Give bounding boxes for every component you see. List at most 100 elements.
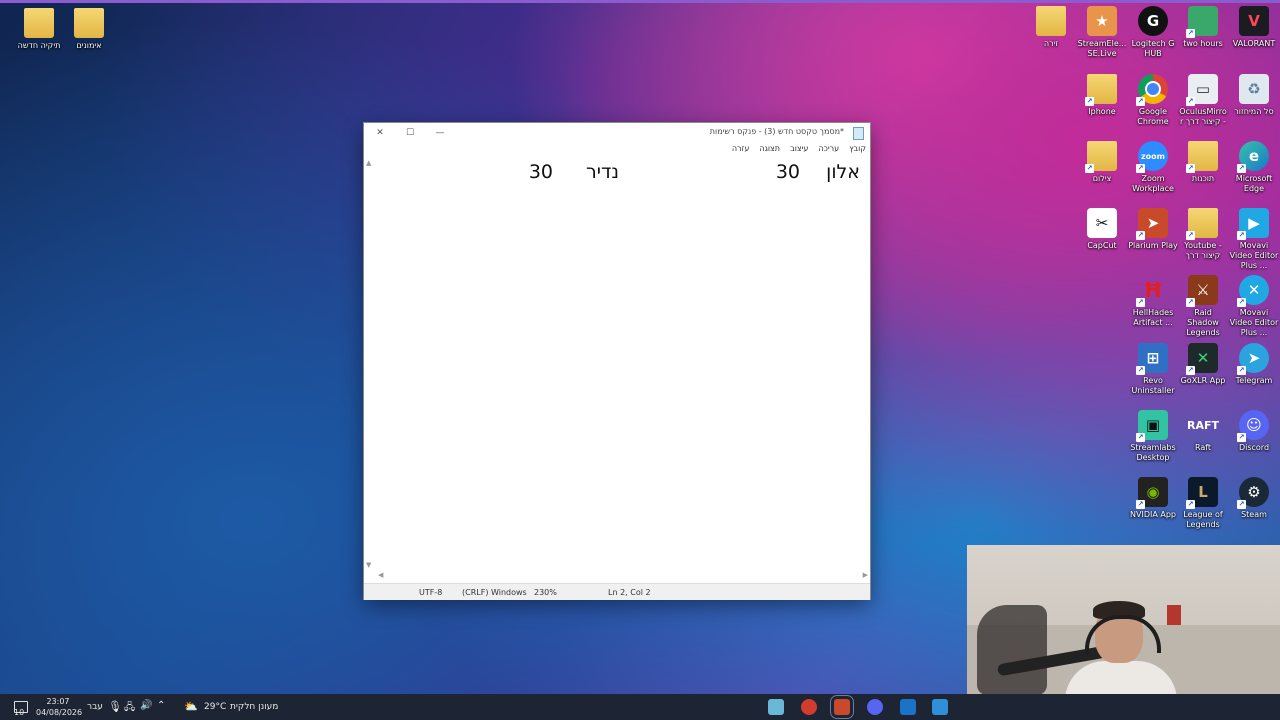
- vertical-scrollbar[interactable]: ▲ ▼: [364, 159, 376, 571]
- desktop-icon-oculus-mirror[interactable]: ▭ OculusMirror קיצור דרך -: [1178, 74, 1228, 127]
- scroll-down-icon[interactable]: ▼: [366, 561, 371, 569]
- plarium-taskbar-icon[interactable]: [830, 695, 854, 719]
- league-icon: L: [1186, 477, 1218, 509]
- folder-icon: [74, 8, 104, 38]
- raid-icon: ⚔: [1186, 275, 1218, 307]
- outlook-taskbar-icon[interactable]: [900, 699, 916, 715]
- capcut-icon: ✂: [1087, 208, 1117, 238]
- text-word-alon: אלון: [826, 161, 860, 183]
- microphone-icon[interactable]: 🎙: [108, 700, 122, 713]
- show-hidden-icons-chevron-icon[interactable]: ⌃: [157, 700, 165, 711]
- desktop-icon-discord[interactable]: ☺ Discord: [1229, 410, 1279, 453]
- desktop-icon-logitech[interactable]: G Logitech G HUB: [1128, 6, 1178, 59]
- scroll-up-icon[interactable]: ▲: [366, 159, 371, 167]
- notepad-taskbar-icon[interactable]: [768, 699, 784, 715]
- desktop-icon-goxlr[interactable]: ✕ GoXLR App: [1178, 343, 1228, 386]
- desktop-icon-valorant[interactable]: V VALORANT: [1229, 6, 1279, 49]
- store-taskbar-icon[interactable]: [932, 699, 948, 715]
- desktop-icon-iphone[interactable]: Iphone: [1077, 74, 1127, 117]
- obs-taskbar-icon[interactable]: [801, 699, 817, 715]
- text-editor-area[interactable]: אלון 30 נדיר 30: [378, 159, 866, 571]
- valorant-icon: V: [1239, 6, 1269, 36]
- desktop-icon-movavi-1[interactable]: ▶ Movavi Video Editor Plus ...: [1229, 208, 1279, 271]
- status-position: Ln 2, Col 2: [608, 588, 651, 597]
- desktop-icon-capcut[interactable]: ✂ CapCut: [1077, 208, 1127, 251]
- desktop-icon-arena[interactable]: זירה: [1026, 6, 1076, 49]
- status-line-ending: (CRLF) Windows: [462, 588, 527, 597]
- language-indicator[interactable]: עבר: [87, 702, 103, 712]
- folder-icon: [1036, 6, 1066, 36]
- desktop-icon-edge[interactable]: e Microsoft Edge: [1229, 141, 1279, 194]
- desktop-icon-hellhades[interactable]: Ħ HellHades Artifact ...: [1128, 275, 1178, 328]
- zoom-icon: zoom: [1136, 141, 1168, 173]
- folder-icon: [1186, 208, 1218, 240]
- close-button[interactable]: ✕: [366, 125, 394, 141]
- weather-condition[interactable]: מעונן חלקית: [230, 702, 278, 712]
- menu-format[interactable]: עיצוב: [790, 144, 808, 158]
- weather-temp[interactable]: 29°C: [204, 702, 226, 712]
- menu-view[interactable]: תצוגה: [759, 144, 780, 158]
- desktop-icon-league[interactable]: L League of Legends: [1178, 477, 1228, 530]
- desktop-icon-recycle-bin[interactable]: ♻ סל המיחזור: [1229, 74, 1279, 117]
- menu-help[interactable]: עזרה: [732, 144, 750, 158]
- text-number-2: 30: [528, 161, 553, 183]
- desktop-icon-movavi-2[interactable]: ✕ Movavi Video Editor Plus ...: [1229, 275, 1279, 338]
- desktop-icon-steam[interactable]: ⚙ Steam: [1229, 477, 1279, 520]
- desktop-icon-nvidia[interactable]: ◉ NVIDIA App: [1128, 477, 1178, 520]
- streamlabs-icon: ▣: [1136, 410, 1168, 442]
- desktop-icon-streamlabs[interactable]: ▣ Streamlabs Desktop: [1128, 410, 1178, 463]
- folder-icon: [1085, 74, 1117, 106]
- scroll-right-icon[interactable]: ▶: [863, 571, 868, 579]
- discord-taskbar-icon[interactable]: [867, 699, 883, 715]
- nvidia-icon: ◉: [1136, 477, 1168, 509]
- logitech-icon: G: [1138, 6, 1168, 36]
- horizontal-scrollbar[interactable]: ◀ ▶: [376, 571, 870, 582]
- menu-file[interactable]: קובץ: [849, 144, 866, 158]
- desktop-icon-zoom[interactable]: zoom Zoom Workplace: [1128, 141, 1178, 194]
- clock[interactable]: 23:07 04/08/2026: [36, 696, 82, 718]
- weather-icon: ⛅: [184, 700, 198, 713]
- webcam-red-object: [1167, 605, 1181, 625]
- menu-bar: קובץ עריכה עיצוב תצוגה עזרה: [732, 144, 866, 158]
- desktop-icon-youtube-shortcut[interactable]: Youtube - קיצור דרך: [1178, 208, 1228, 261]
- notepad-app-icon: [853, 127, 864, 140]
- text-word-nadir: נדיר: [586, 161, 619, 183]
- clock-time: 23:07: [46, 697, 70, 706]
- image-shortcut-icon: [1186, 6, 1218, 38]
- top-accent-bar: [0, 0, 1280, 3]
- desktop-icon-raft[interactable]: RAFT Raft: [1178, 410, 1228, 453]
- title-bar[interactable]: ✕ ☐ — *מסמך טקסט חדש (3) - פנקס רשימות: [364, 123, 870, 143]
- discord-icon: ☺: [1237, 410, 1269, 442]
- desktop-icon-new-folder[interactable]: תיקיה חדשה: [14, 8, 64, 51]
- notepad-window[interactable]: ✕ ☐ — *מסמך טקסט חדש (3) - פנקס רשימות ק…: [364, 123, 870, 600]
- revo-icon: ⊞: [1136, 343, 1168, 375]
- desktop-icon-two-hours[interactable]: two hours: [1178, 6, 1228, 49]
- volume-icon[interactable]: 🔊: [140, 700, 152, 711]
- webcam-chair: [977, 605, 1047, 695]
- desktop-icon-software[interactable]: תוכנות: [1178, 141, 1228, 184]
- minimize-button[interactable]: —: [426, 125, 454, 141]
- folder-icon: [1186, 141, 1218, 173]
- network-icon[interactable]: 🖧: [124, 700, 135, 717]
- status-zoom: 230%: [534, 588, 557, 597]
- goxlr-icon: ✕: [1186, 343, 1218, 375]
- scroll-left-icon[interactable]: ◀: [378, 571, 383, 579]
- chrome-icon: [1136, 74, 1168, 106]
- desktop-icon-streamelements[interactable]: ★ StreamEle... SE.Live: [1077, 6, 1127, 59]
- hellhades-icon: Ħ: [1136, 275, 1168, 307]
- status-encoding: UTF-8: [419, 588, 443, 597]
- maximize-button[interactable]: ☐: [396, 125, 424, 141]
- desktop-icon-plarium-play[interactable]: ➤ Plarium Play: [1128, 208, 1178, 251]
- desktop-icon-raid[interactable]: ⚔ Raid Shadow Legends: [1178, 275, 1228, 338]
- taskbar: 10 23:07 04/08/2026 עבר 🎙 🖧 🔊 ⌃ ⛅ 29°C מ…: [0, 694, 1280, 720]
- raft-icon: RAFT: [1187, 418, 1220, 432]
- menu-edit[interactable]: עריכה: [818, 144, 839, 158]
- desktop-icon-revo[interactable]: ⊞ Revo Uninstaller: [1128, 343, 1178, 396]
- notification-count: 10: [14, 708, 25, 717]
- folder-icon: [1085, 141, 1117, 173]
- desktop-icon-workouts[interactable]: אימונים: [64, 8, 114, 51]
- desktop-icon-telegram[interactable]: ➤ Telegram: [1229, 343, 1279, 386]
- desktop-icon-photos[interactable]: צילום: [1077, 141, 1127, 184]
- notification-center-button[interactable]: 10: [12, 699, 28, 717]
- desktop-icon-chrome[interactable]: Google Chrome: [1128, 74, 1178, 127]
